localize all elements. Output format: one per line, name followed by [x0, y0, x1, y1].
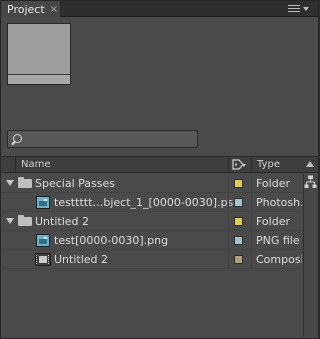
column-header: Name Type: [1, 156, 318, 173]
item-type: Folder: [256, 177, 290, 190]
list-item[interactable]: Special Passes Folder: [1, 174, 303, 193]
list-item[interactable]: testtttt…bject_1_[0000-0030].psd Photosh…: [1, 193, 303, 212]
search-field[interactable]: [7, 130, 198, 148]
list-item[interactable]: test[0000-0030].png PNG file: [1, 231, 303, 250]
item-type: Composi…: [256, 253, 302, 266]
item-type: Photosh…: [256, 196, 302, 209]
folder-icon: [18, 177, 32, 188]
thumbnail-strip: [8, 74, 70, 84]
composition-icon: [35, 253, 51, 266]
image-file-icon: [36, 234, 50, 247]
panel-tab-bar: Project ×: [1, 1, 318, 17]
expand-triangle-icon[interactable]: [6, 218, 14, 224]
chevron-down-icon: [303, 6, 309, 11]
item-name: testtttt…bject_1_[0000-0030].psd: [54, 196, 241, 209]
column-type-header[interactable]: Type: [257, 159, 280, 170]
item-type: Folder: [256, 215, 290, 228]
image-file-icon: [36, 196, 50, 209]
item-name: Special Passes: [35, 177, 115, 190]
label-color-swatch[interactable]: [234, 255, 243, 264]
label-color-swatch[interactable]: [234, 236, 243, 245]
search-input[interactable]: [26, 132, 194, 146]
tab-title: Project: [7, 2, 45, 16]
flowchart-icon[interactable]: [304, 175, 317, 189]
column-divider[interactable]: [251, 157, 252, 172]
tab-project[interactable]: Project ×: [1, 1, 61, 17]
menu-icon: [288, 4, 300, 13]
column-name-header[interactable]: Name: [21, 159, 51, 170]
list-item[interactable]: Untitled 2 Composi…: [1, 250, 303, 269]
folder-icon: [18, 215, 32, 226]
expand-triangle-icon[interactable]: [6, 180, 14, 186]
close-icon[interactable]: ×: [50, 4, 58, 15]
label-color-swatch[interactable]: [234, 217, 243, 226]
item-name: Untitled 2: [35, 215, 90, 228]
panel-menu-button[interactable]: [288, 3, 314, 14]
scroll-up-icon[interactable]: [306, 161, 314, 167]
list-item[interactable]: Untitled 2 Folder: [1, 212, 303, 231]
footage-thumbnail: [7, 23, 71, 85]
vertical-scrollbar[interactable]: [303, 174, 318, 337]
column-divider[interactable]: [228, 157, 229, 172]
item-name: Untitled 2: [54, 253, 109, 266]
item-type: PNG file: [256, 234, 300, 247]
column-divider: [15, 157, 16, 172]
project-items-list: Special Passes Folder testtttt…bject_1_[…: [1, 174, 303, 269]
label-color-swatch[interactable]: [234, 179, 243, 188]
sort-arrow-icon: [242, 164, 246, 167]
project-panel: Project × Name Type Special Passes Folde…: [0, 0, 319, 339]
item-name: test[0000-0030].png: [54, 234, 169, 247]
label-color-swatch[interactable]: [234, 198, 243, 207]
